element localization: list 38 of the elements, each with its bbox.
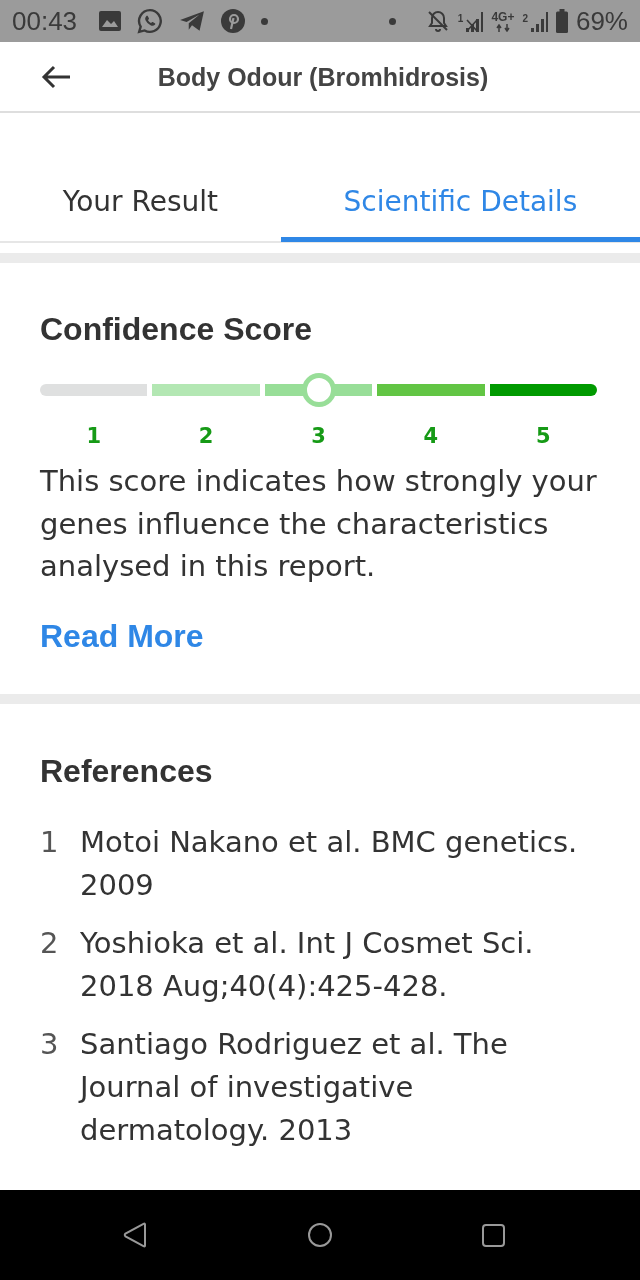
battery-percent: 69% xyxy=(575,6,628,36)
score-label: 4 xyxy=(423,423,439,449)
score-label: 5 xyxy=(536,423,551,449)
score-label: 2 xyxy=(198,423,214,449)
signal-icon xyxy=(529,10,548,32)
section-heading: Confidence Score xyxy=(40,311,314,347)
reference-text: Yoshioka et al. Int J Cosmet Sci. 2018 Aug;40(4):425-428. xyxy=(80,924,535,1005)
score-label: 3 xyxy=(311,423,326,449)
home-circle-icon[interactable] xyxy=(308,1223,332,1247)
clock-time: 00:43 xyxy=(12,6,78,36)
description-text: This score indicates how strongly your genes influence the characteristics analysed in this report. xyxy=(40,463,598,585)
square-icon[interactable] xyxy=(482,1223,505,1247)
back-arrow-icon[interactable] xyxy=(41,64,71,89)
reference-number: 1 xyxy=(40,823,60,861)
data-arrows-icon xyxy=(495,23,510,32)
reference-text: Santiago Rodriguez et al. The Journal of investigative dermatology. 2013 xyxy=(80,1025,509,1149)
bell-off-icon xyxy=(425,9,450,33)
reference-text: Motoi Nakano et al. BMC genetics. 2009 xyxy=(80,823,579,904)
chat-bubble-icon xyxy=(137,8,164,34)
image-icon xyxy=(99,11,122,31)
reference-number: 2 xyxy=(40,924,60,962)
screen-title: Body Odour (Bromhidrosis) xyxy=(156,61,489,92)
dot-icon xyxy=(388,17,396,25)
pin-circle-icon xyxy=(221,9,246,33)
section-heading: References xyxy=(40,752,214,789)
tab[interactable]: Your Result xyxy=(0,113,281,242)
tab[interactable]: Scientific Details xyxy=(280,113,640,242)
score-label: 1 xyxy=(86,423,101,449)
sim-label: 2 xyxy=(522,14,528,24)
sim-label: 1 xyxy=(457,14,464,24)
paper-plane-icon xyxy=(179,10,206,32)
dot-icon xyxy=(261,17,269,25)
back-triangle-icon[interactable] xyxy=(123,1222,147,1248)
no-signal-icon xyxy=(465,10,484,32)
network-type: 4G+ xyxy=(491,10,515,23)
read-more-link[interactable]: Read More xyxy=(40,614,204,657)
battery-icon xyxy=(555,9,568,33)
reference-number: 3 xyxy=(40,1025,60,1063)
